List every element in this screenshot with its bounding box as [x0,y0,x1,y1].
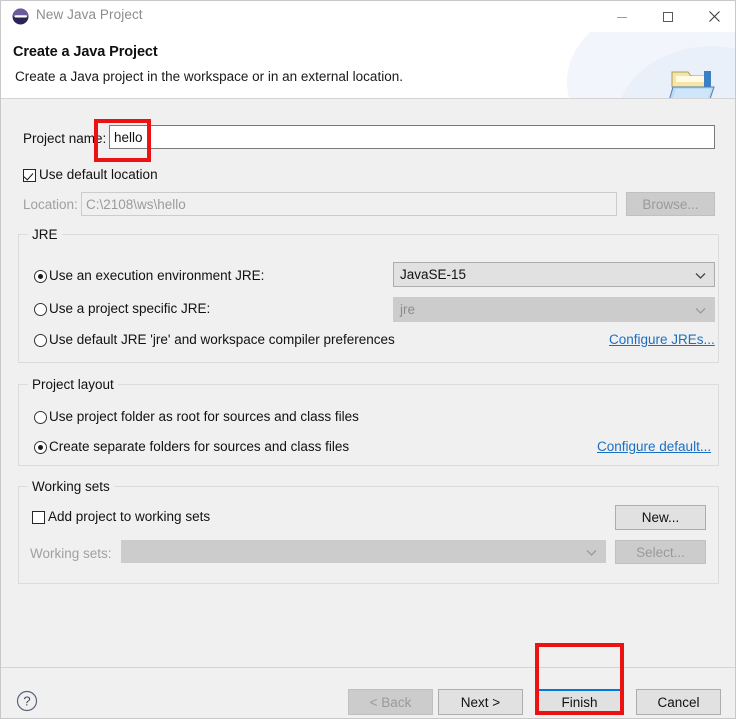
execution-environment-combo[interactable]: JavaSE-15 [393,262,715,287]
new-java-project-dialog: New Java Project Create a Java Project C… [0,0,736,719]
radio-project-specific-jre[interactable] [34,303,47,316]
back-button[interactable]: < Back [348,689,433,715]
add-project-to-working-sets-label: Add project to working sets [48,509,211,524]
radio-project-folder-root-label: Use project folder as root for sources a… [49,409,359,424]
configure-default-link[interactable]: Configure default... [597,439,711,454]
radio-default-jre-label: Use default JRE 'jre' and workspace comp… [49,332,395,347]
working-sets-group-title: Working sets [28,479,114,494]
location-input[interactable]: C:\2108\ws\hello [81,192,617,216]
cancel-button[interactable]: Cancel [636,689,721,715]
window-title: New Java Project [36,7,143,22]
use-default-location-label: Use default location [39,167,158,182]
configure-jres-link[interactable]: Configure JREs... [609,332,715,347]
jre-group-title: JRE [28,227,62,242]
page-description: Create a Java project in the workspace o… [15,69,403,84]
execution-environment-value: JavaSE-15 [400,267,467,282]
java-project-folder-icon [664,65,726,98]
finish-button[interactable]: Finish [537,689,622,715]
project-layout-group-title: Project layout [28,377,118,392]
close-button[interactable] [691,1,735,32]
radio-separate-folders-label: Create separate folders for sources and … [49,439,350,454]
location-label: Location: [23,197,78,212]
title-bar: New Java Project [1,1,735,32]
project-specific-jre-combo[interactable]: jre [393,297,715,322]
radio-project-folder-root[interactable] [34,411,47,424]
chevron-down-icon [695,302,706,317]
eclipse-logo-icon [12,8,29,25]
select-working-set-button[interactable]: Select... [615,540,706,564]
dialog-header: Create a Java Project Create a Java proj… [1,32,735,98]
radio-project-specific-jre-label: Use a project specific JRE: [49,301,211,316]
project-name-label: Project name: [23,131,107,146]
page-title: Create a Java Project [13,44,158,60]
radio-default-jre[interactable] [34,334,47,347]
radio-execution-environment-jre[interactable] [34,270,47,283]
chevron-down-icon [695,267,706,282]
project-specific-jre-value: jre [400,302,416,317]
working-sets-label: Working sets: [30,546,112,561]
working-sets-group [18,486,719,584]
svg-text:?: ? [23,694,30,709]
project-name-input[interactable]: hello [109,125,715,149]
maximize-button[interactable] [645,1,691,32]
chevron-down-icon [586,544,597,559]
radio-execution-environment-jre-label: Use an execution environment JRE: [49,268,265,283]
new-working-set-button[interactable]: New... [615,505,706,530]
help-button[interactable]: ? [16,690,38,717]
minimize-button[interactable] [599,1,645,32]
radio-separate-folders[interactable] [34,441,47,454]
working-sets-combo[interactable] [121,540,606,563]
next-button[interactable]: Next > [438,689,523,715]
browse-button[interactable]: Browse... [626,192,715,216]
dialog-body: Project name: hello Use default location… [1,99,735,655]
use-default-location-checkbox[interactable] [23,169,36,182]
dialog-footer: < Back Next > Finish Cancel [1,668,735,718]
add-project-to-working-sets-checkbox[interactable] [32,511,45,524]
